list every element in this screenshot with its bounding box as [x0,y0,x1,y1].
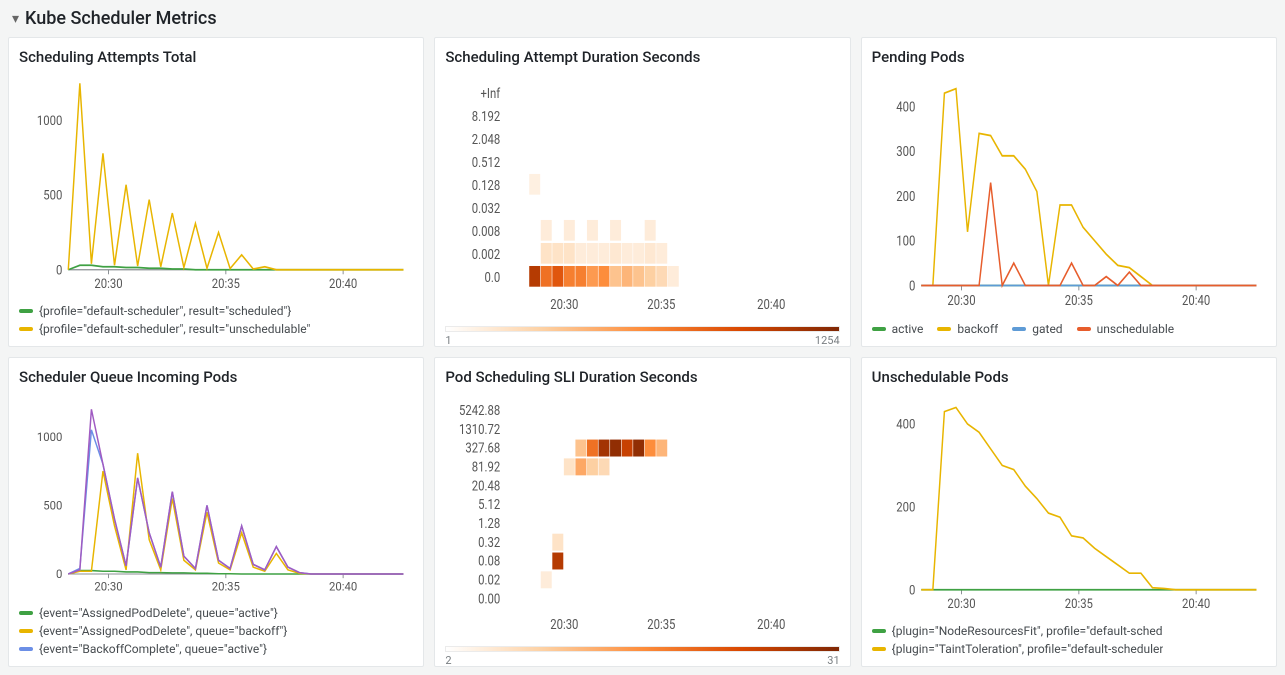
svg-text:0: 0 [909,583,916,598]
svg-text:500: 500 [43,498,62,512]
svg-text:1000: 1000 [37,430,62,444]
panel-attempt-duration[interactable]: Scheduling Attempt Duration Seconds 0.00… [434,37,850,347]
svg-text:0.512: 0.512 [472,155,500,172]
legend-item[interactable]: active [872,322,924,336]
svg-text:5.12: 5.12 [478,497,500,514]
svg-text:20:40: 20:40 [329,276,357,291]
panel-attempts[interactable]: Scheduling Attempts Total 0 500 1000 20:30 2… [8,37,424,347]
legend-item[interactable]: {plugin="NodeResourcesFit", profile="def… [872,624,1163,638]
svg-text:1.28: 1.28 [478,516,500,533]
panel-queue-incoming[interactable]: Scheduler Queue Incoming Pods 0 500 1000 20… [8,357,424,667]
legend-item[interactable]: {event="AssignedPodDelete", queue="activ… [19,606,278,620]
panel-title: Scheduling Attempt Duration Seconds [445,48,839,66]
legend: {profile="default-scheduler", result="sc… [19,304,413,336]
color-max: 1254 [815,334,840,347]
chart-area: 0.0 0.002 0.008 0.032 0.128 0.512 2.048 8.192 +I… [445,72,839,320]
svg-text:20:40: 20:40 [757,617,785,634]
svg-text:2.048: 2.048 [472,132,500,149]
svg-text:+Inf: +Inf [481,86,501,103]
svg-text:300: 300 [896,144,915,160]
legend-item[interactable]: {event="AssignedPodDelete", queue="backo… [19,624,287,638]
svg-text:20:35: 20:35 [1064,293,1092,309]
svg-text:400: 400 [896,417,915,432]
panel-title: Scheduling Attempts Total [19,48,413,66]
panel-sli-duration[interactable]: Pod Scheduling SLI Duration Seconds 0.00… [434,357,850,667]
chart-area: 0 200 400 20:30 20:35 20:40 [872,392,1266,618]
chart-area: 0 100 200 300 400 20:30 20:35 20:40 [872,72,1266,316]
svg-text:0.08: 0.08 [478,554,500,571]
svg-text:20:30: 20:30 [94,276,122,291]
svg-text:0.008: 0.008 [472,224,500,241]
svg-text:0.32: 0.32 [478,535,500,552]
chart-area: 0 500 1000 20:30 20:35 20:40 [19,392,413,600]
svg-text:100: 100 [896,234,915,250]
svg-text:20:40: 20:40 [1182,293,1210,309]
section-header[interactable]: ▾ Kube Scheduler Metrics [0,0,1285,37]
panel-unschedulable[interactable]: Unschedulable Pods 0 200 400 20:30 20:35 20:4… [861,357,1277,667]
color-scale: 1 1254 [445,326,839,336]
color-max: 31 [827,654,839,667]
svg-text:5242.88: 5242.88 [459,403,500,420]
svg-text:81.92: 81.92 [472,459,500,476]
svg-text:20:40: 20:40 [329,579,357,593]
svg-text:20.48: 20.48 [472,478,500,495]
svg-text:1000: 1000 [37,113,63,128]
legend-item[interactable]: {plugin="TaintToleration", profile="defa… [872,642,1164,656]
svg-text:0.128: 0.128 [472,178,500,195]
svg-text:200: 200 [896,189,915,205]
svg-text:0.02: 0.02 [478,572,500,589]
svg-text:20:30: 20:30 [551,617,579,634]
chart-area: 0.00 0.020.08 0.32 1.28 5.12 20.48 81.92327.68… [445,392,839,640]
panel-title: Pod Scheduling SLI Duration Seconds [445,368,839,386]
svg-text:0: 0 [56,263,63,278]
panel-grid: Scheduling Attempts Total 0500100020:302… [0,37,1285,675]
section-title: Kube Scheduler Metrics [25,8,217,29]
svg-text:200: 200 [896,500,915,515]
svg-text:20:35: 20:35 [212,579,241,593]
color-min: 1 [445,334,451,347]
svg-text:20:35: 20:35 [212,276,240,291]
svg-text:0.00: 0.00 [478,591,500,608]
svg-text:20:30: 20:30 [94,579,122,593]
legend: {plugin="NodeResourcesFit", profile="def… [872,624,1266,656]
chart-area: 0 500 1000 20:30 20:35 20:40 [19,72,413,298]
legend-item[interactable]: gated [1012,322,1062,336]
svg-text:8.192: 8.192 [472,109,500,126]
svg-text:0.002: 0.002 [472,247,500,264]
legend-item[interactable]: unschedulable [1077,322,1175,336]
color-min: 2 [445,654,451,667]
legend: active backoff gated unschedulable [872,322,1266,336]
svg-text:20:35: 20:35 [1064,596,1092,611]
legend-item[interactable]: {profile="default-scheduler", result="sc… [19,304,291,318]
svg-text:20:35: 20:35 [648,617,676,634]
svg-text:20:30: 20:30 [551,297,579,314]
legend: {event="AssignedPodDelete", queue="activ… [19,606,413,656]
svg-text:1310.72: 1310.72 [459,422,500,439]
svg-text:20:35: 20:35 [648,297,676,314]
svg-text:20:40: 20:40 [1182,596,1210,611]
panel-title: Scheduler Queue Incoming Pods [19,368,413,386]
legend-item[interactable]: {event="BackoffComplete", queue="active"… [19,642,267,656]
svg-text:0: 0 [909,278,915,294]
panel-title: Pending Pods [872,48,1266,66]
svg-text:20:30: 20:30 [947,596,975,611]
legend-item[interactable]: {profile="default-scheduler", result="un… [19,322,310,336]
color-scale: 2 31 [445,646,839,656]
svg-text:0: 0 [56,567,62,581]
panel-pending[interactable]: Pending Pods 0 100 200 300 400 20:30 20:35 20:4… [861,37,1277,347]
panel-title: Unschedulable Pods [872,368,1266,386]
svg-text:500: 500 [43,188,62,203]
svg-text:327.68: 327.68 [466,441,501,458]
chevron-down-icon: ▾ [12,11,19,27]
legend-item[interactable]: backoff [937,322,998,336]
svg-text:20:30: 20:30 [947,293,975,309]
svg-text:20:40: 20:40 [757,297,785,314]
svg-text:400: 400 [896,99,915,115]
svg-text:0.032: 0.032 [472,201,500,218]
svg-text:0.0: 0.0 [485,270,501,287]
